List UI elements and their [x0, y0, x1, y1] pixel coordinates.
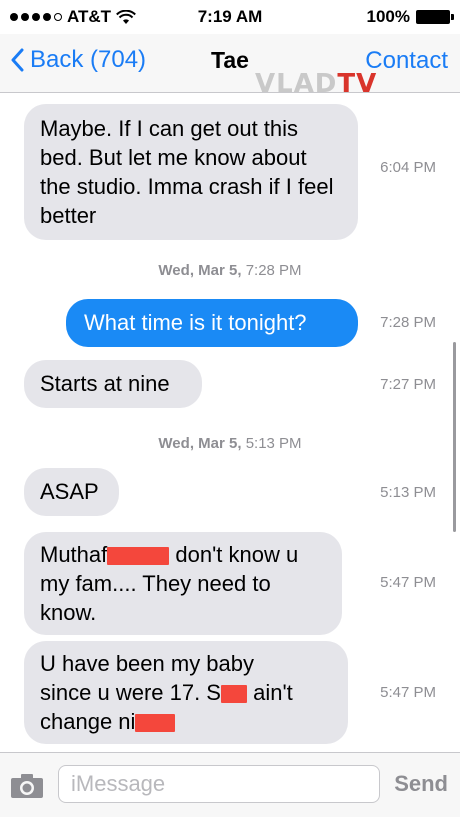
message-timestamp: 7:27 PM	[380, 376, 436, 393]
message-line: know.	[40, 600, 97, 625]
battery-percent: 100%	[366, 7, 410, 26]
message-timestamp: 7:28 PM	[380, 314, 436, 331]
message-text: What time is it tonight?	[84, 310, 307, 335]
status-right: 100%	[366, 7, 454, 27]
message-line: Muthaf don't know u	[40, 542, 299, 567]
message-text: ASAP	[40, 479, 99, 504]
redaction-bar	[107, 547, 170, 566]
date-separator: Wed, Mar 5, 5:13 PM	[158, 435, 302, 452]
contact-button[interactable]: Contact	[365, 47, 448, 75]
message-thread[interactable]: Maybe. If I can get out this bed. But le…	[0, 92, 460, 752]
redaction-bar	[220, 685, 247, 704]
message-bubble-received[interactable]: U have been my baby since u were 17. S a…	[24, 641, 348, 744]
redaction-bar	[135, 714, 176, 733]
message-timestamp: 5:47 PM	[380, 574, 436, 591]
message-bubble-sent[interactable]: What time is it tonight?	[66, 299, 358, 347]
message-timestamp: 5:13 PM	[380, 484, 436, 501]
imessage-input[interactable]	[58, 765, 380, 803]
message-line: my fam.... They need to	[40, 571, 271, 596]
message-bubble-received[interactable]: Starts at nine	[24, 360, 202, 408]
message-line: U have been my baby	[40, 651, 255, 676]
message-text: Starts at nine	[40, 371, 170, 396]
message-bubble-received[interactable]: ASAP	[24, 468, 119, 516]
message-timestamp: 6:04 PM	[380, 159, 436, 176]
message-bubble-received[interactable]: Muthaf don't know u my fam.... They need…	[24, 532, 342, 635]
message-input-bar: Send	[0, 752, 460, 817]
message-timestamp: 5:47 PM	[380, 684, 436, 701]
status-bar: AT&T 7:19 AM 100%	[0, 0, 460, 34]
navigation-bar: Back (704) Tae Contact VLADTV	[0, 34, 460, 99]
message-text: Maybe. If I can get out this bed. But le…	[40, 116, 334, 228]
message-line: since u were 17. S ain't	[40, 680, 293, 705]
scroll-indicator[interactable]	[453, 342, 456, 532]
message-line: change ni	[40, 707, 332, 736]
camera-icon[interactable]	[10, 773, 44, 799]
send-button[interactable]: Send	[394, 771, 448, 797]
date-separator: Wed, Mar 5, 7:28 PM	[158, 262, 302, 279]
battery-icon	[416, 10, 454, 24]
message-bubble-received[interactable]: Maybe. If I can get out this bed. But le…	[24, 104, 358, 240]
